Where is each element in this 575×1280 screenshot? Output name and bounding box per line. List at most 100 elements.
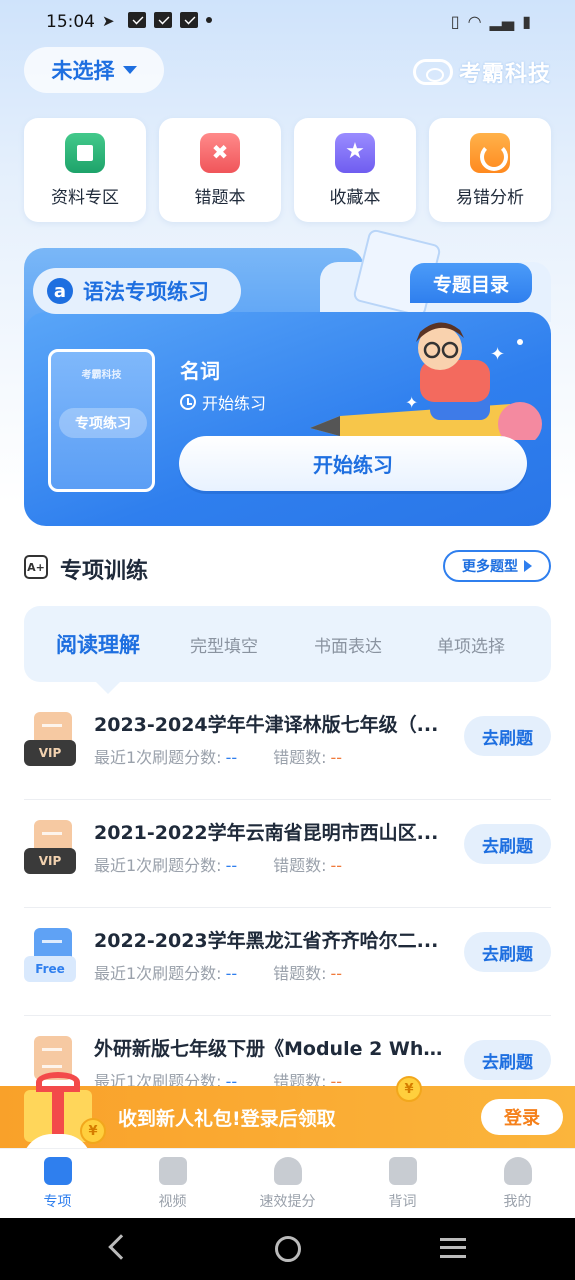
home-icon bbox=[43, 1157, 72, 1185]
notification-icons: ➤ bbox=[102, 12, 212, 30]
favorite-icon bbox=[335, 132, 375, 173]
quick-action-error-analysis[interactable]: 易错分析 bbox=[429, 118, 551, 222]
score-value: -- bbox=[225, 964, 238, 983]
svg-text:✦: ✦ bbox=[405, 393, 418, 412]
clock-icon bbox=[180, 394, 196, 410]
system-status-icons: ▯ ◠ ▂▄ ▮ bbox=[451, 12, 531, 31]
list-item[interactable]: Free 2022-2023学年黑龙江省齐齐哈尔二... 最近1次刷题分数: --… bbox=[24, 908, 551, 1016]
grammar-title-pill: a 语法专项练习 bbox=[33, 268, 241, 314]
book-tag: 专项练习 bbox=[59, 408, 147, 438]
nav-item-video[interactable]: 视频 bbox=[115, 1149, 230, 1219]
tab-writing[interactable]: 书面表达 bbox=[314, 606, 382, 682]
vibrate-icon: ▯ bbox=[450, 12, 460, 31]
more-notifications-icon bbox=[206, 17, 212, 23]
nav-label: 背词 bbox=[388, 1194, 417, 1210]
status-time: 15:04 bbox=[46, 12, 95, 32]
tab-reading[interactable]: 阅读理解 bbox=[56, 606, 140, 682]
word-book-icon bbox=[388, 1157, 417, 1185]
list-item[interactable]: VIP 2021-2022学年云南省昆明市西山区... 最近1次刷题分数: -- 错… bbox=[24, 800, 551, 908]
practice-button[interactable]: 去刷题 bbox=[464, 1040, 551, 1080]
more-question-types-button[interactable]: 更多题型 bbox=[443, 550, 551, 582]
error-value: -- bbox=[330, 856, 343, 875]
quick-action-label: 易错分析 bbox=[456, 187, 524, 208]
promo-text: 收到新人礼包!登录后领取 bbox=[118, 1108, 336, 1130]
login-button[interactable]: 登录 bbox=[481, 1099, 563, 1135]
play-arrow-icon bbox=[524, 560, 532, 572]
quick-actions: 资料专区 错题本 收藏本 易错分析 bbox=[24, 118, 551, 222]
practice-button[interactable]: 去刷题 bbox=[464, 716, 551, 756]
quick-action-materials[interactable]: 资料专区 bbox=[24, 118, 146, 222]
practice-button[interactable]: 去刷题 bbox=[464, 932, 551, 972]
rocket-icon bbox=[273, 1157, 302, 1185]
error-label: 错题数: bbox=[273, 856, 327, 875]
telegram-icon: ➤ bbox=[102, 12, 115, 30]
svg-text:✦: ✦ bbox=[490, 344, 505, 365]
lesson-status: 开始练习 bbox=[180, 390, 266, 414]
error-value: -- bbox=[330, 748, 343, 767]
error-label: 错题数: bbox=[273, 748, 327, 767]
brand-name: 考霸科技 bbox=[458, 62, 551, 87]
nav-label: 专项 bbox=[43, 1194, 72, 1210]
question-type-tabs: 阅读理解 完型填空 书面表达 单项选择 bbox=[24, 606, 551, 682]
book-cover-thumbnail[interactable]: 考霸科技 专项练习 bbox=[48, 349, 155, 492]
nav-label: 视频 bbox=[158, 1194, 187, 1210]
nav-item-boost[interactable]: 速效提分 bbox=[230, 1149, 345, 1219]
section-title: 专项训练 bbox=[60, 559, 149, 584]
person-icon bbox=[503, 1157, 532, 1185]
back-icon[interactable] bbox=[108, 1234, 134, 1260]
signal-icon: ▂▄ bbox=[489, 12, 515, 31]
quick-action-label: 资料专区 bbox=[51, 187, 119, 208]
system-navigation-bar bbox=[0, 1218, 575, 1280]
bottom-navigation: 专项 视频 速效提分 背词 我的 bbox=[0, 1148, 575, 1218]
quick-action-favorites[interactable]: 收藏本 bbox=[294, 118, 416, 222]
list-item[interactable]: VIP 2023-2024学年牛津译林版七年级（... 最近1次刷题分数: -- 错… bbox=[24, 692, 551, 800]
item-meta: 最近1次刷题分数: -- 错题数: -- bbox=[94, 744, 342, 768]
mail-icon bbox=[128, 12, 146, 28]
error-label: 错题数: bbox=[273, 964, 327, 983]
lesson-name: 名词 bbox=[180, 359, 220, 383]
free-badge: Free bbox=[24, 956, 76, 982]
mail-icon bbox=[180, 12, 198, 28]
item-title: 2023-2024学年牛津译林版七年级（... bbox=[94, 714, 439, 736]
coin-icon: ¥ bbox=[80, 1118, 106, 1144]
nav-item-profile[interactable]: 我的 bbox=[460, 1149, 575, 1219]
status-bar: 15:04 ➤ ▯ ◠ ▂▄ ▮ bbox=[0, 0, 575, 46]
home-circle-icon[interactable] bbox=[275, 1236, 301, 1262]
quick-action-label: 错题本 bbox=[194, 187, 246, 208]
letter-a-icon: a bbox=[47, 278, 73, 304]
more-button-label: 更多题型 bbox=[462, 559, 518, 575]
item-title: 2022-2023学年黑龙江省齐齐哈尔二... bbox=[94, 930, 439, 952]
lesson-status-label: 开始练习 bbox=[202, 394, 267, 413]
vip-badge: VIP bbox=[24, 848, 76, 874]
book-icon bbox=[65, 132, 105, 173]
quick-action-wrong-book[interactable]: 错题本 bbox=[159, 118, 281, 222]
student-on-pencil-illustration: ✦ ✦ bbox=[310, 322, 542, 440]
wrong-note-icon bbox=[200, 132, 240, 173]
item-meta: 最近1次刷题分数: -- 错题数: -- bbox=[94, 852, 342, 876]
nav-item-special[interactable]: 专项 bbox=[0, 1149, 115, 1219]
nav-label: 速效提分 bbox=[259, 1194, 316, 1210]
score-value: -- bbox=[225, 748, 238, 767]
recent-apps-icon[interactable] bbox=[440, 1238, 466, 1258]
video-play-icon bbox=[158, 1157, 187, 1185]
topic-catalog-button[interactable]: 专题目录 bbox=[410, 263, 532, 303]
error-value: -- bbox=[330, 964, 343, 983]
item-title: 外研新版七年级下册《Module 2 What... bbox=[94, 1038, 444, 1060]
battery-icon: ▮ bbox=[522, 12, 531, 31]
book-brand: 考霸科技 bbox=[81, 370, 122, 381]
nav-item-words[interactable]: 背词 bbox=[345, 1149, 460, 1219]
practice-button[interactable]: 去刷题 bbox=[464, 824, 551, 864]
coin-icon: ¥ bbox=[396, 1076, 422, 1102]
tab-cloze[interactable]: 完型填空 bbox=[190, 606, 258, 682]
start-practice-button[interactable]: 开始练习 bbox=[179, 436, 527, 491]
score-value: -- bbox=[225, 856, 238, 875]
vip-document-icon: VIP bbox=[24, 712, 76, 768]
grade-select-button[interactable]: 未选择 bbox=[24, 47, 164, 93]
tab-single-choice[interactable]: 单项选择 bbox=[437, 606, 505, 682]
caret-down-icon bbox=[122, 66, 137, 74]
item-meta: 最近1次刷题分数: -- 错题数: -- bbox=[94, 960, 342, 984]
grammar-title: 语法专项练习 bbox=[83, 280, 209, 304]
koala-logo-icon bbox=[412, 59, 453, 85]
wifi-icon: ◠ bbox=[467, 12, 482, 31]
mail-icon bbox=[154, 12, 172, 28]
